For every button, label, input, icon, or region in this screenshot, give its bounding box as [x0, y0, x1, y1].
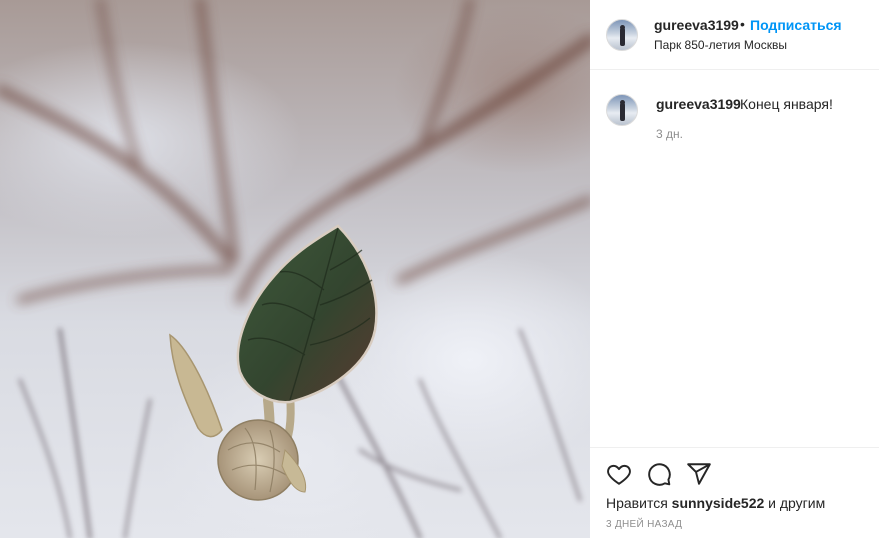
likes-suffix[interactable]: и другим	[768, 495, 825, 511]
avatar[interactable]	[606, 19, 638, 51]
caption-text: Конец января!	[740, 96, 833, 112]
post-photo	[0, 0, 590, 538]
header-username[interactable]: gureeva3199	[654, 17, 739, 33]
photo-illustration	[0, 0, 590, 538]
caption-username[interactable]: gureeva3199	[656, 96, 741, 112]
avatar[interactable]	[606, 94, 638, 126]
location-link[interactable]: Парк 850-летия Москвы	[654, 38, 787, 52]
caption-time[interactable]: 3 дн.	[656, 127, 683, 141]
likes-summary: Нравится sunnyside522 и другим	[606, 495, 825, 511]
post-actions: Нравится sunnyside522 и другим 3 ДНЕЙ НА…	[590, 447, 879, 538]
post-date[interactable]: 3 ДНЕЙ НАЗАД	[606, 519, 682, 530]
likes-user-link[interactable]: sunnyside522	[672, 495, 765, 511]
follow-button[interactable]: Подписаться	[750, 17, 842, 33]
post-header: gureeva3199 • Подписаться Парк 850-летия…	[590, 0, 879, 70]
avatar-figure-body	[620, 103, 625, 121]
separator-dot: •	[740, 16, 745, 32]
post-side-panel: gureeva3199 • Подписаться Парк 850-летия…	[590, 0, 879, 538]
likes-prefix: Нравится	[606, 495, 668, 511]
avatar-figure-body	[620, 28, 625, 46]
comment-icon[interactable]	[646, 461, 672, 487]
heart-icon[interactable]	[606, 461, 632, 487]
share-icon[interactable]	[686, 461, 712, 487]
